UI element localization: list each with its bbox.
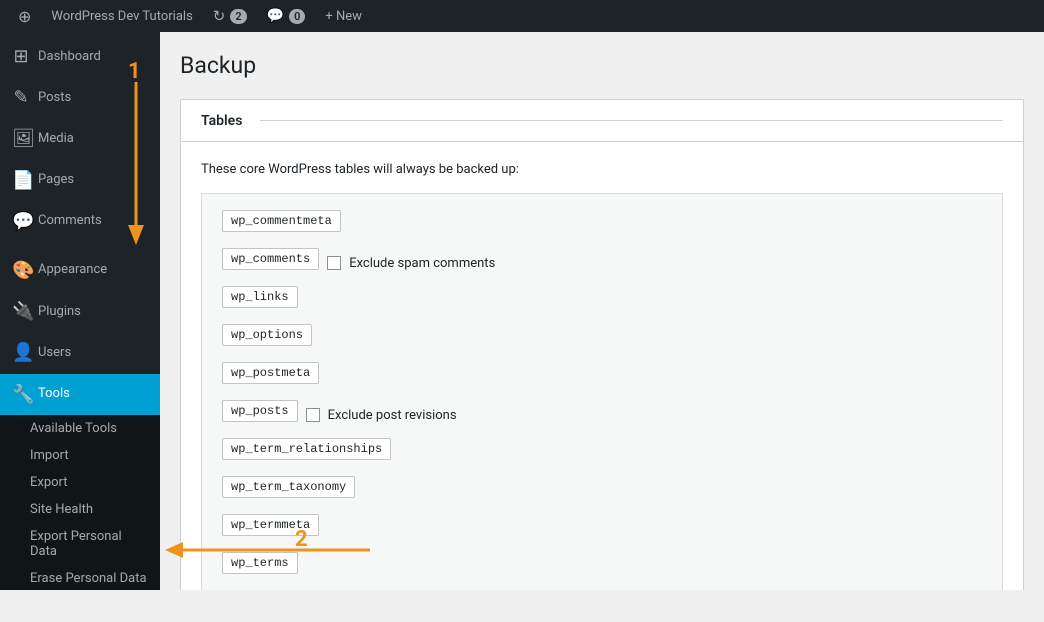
adminbar-comments[interactable]: 💬 0 (257, 0, 316, 32)
appearance-label: Appearance (38, 261, 107, 279)
posts-icon: ✎ (12, 85, 30, 110)
available-tools-label: Available Tools (30, 421, 117, 436)
table-name-tag: wp_terms (222, 552, 298, 574)
table-row: wp_comments Exclude spam comments (222, 248, 982, 278)
sidebar-item-pages[interactable]: 📄 Pages (0, 160, 160, 201)
plugins-icon: 🔌 (12, 299, 30, 324)
pages-label: Pages (38, 171, 74, 189)
sidebar-item-available-tools[interactable]: Available Tools (0, 415, 160, 442)
table-row: wp_term_taxonomy (222, 476, 982, 506)
admin-bar: ⊕ WordPress Dev Tutorials ↻ 2 💬 0 + New (0, 0, 1044, 32)
table-row: wp_options (222, 324, 982, 354)
sidebar-item-media[interactable]: 🖼 Media (0, 118, 160, 159)
adminbar-updates[interactable]: ↻ 2 (203, 0, 257, 32)
comments-label: Comments (38, 212, 102, 230)
dashboard-label: Dashboard (38, 48, 101, 66)
sidebar-item-erase-personal[interactable]: Erase Personal Data (0, 565, 160, 590)
table-row: wp_terms (222, 552, 982, 582)
sidebar: ⊞ Dashboard ✎ Posts 🖼 Media 📄 Pages 💬 Co… (0, 32, 160, 590)
users-label: Users (38, 344, 71, 362)
page-title: Backup (180, 52, 1024, 79)
table-row: wp_links (222, 286, 982, 316)
import-label: Import (30, 448, 69, 463)
adminbar-new[interactable]: + New (315, 0, 372, 32)
table-row: wp_postmeta (222, 362, 982, 392)
table-row: wp_term_relationships (222, 438, 982, 468)
sidebar-section-appearance: 🎨 Appearance 🔌 Plugins 👤 Users 🔧 Tools A… (0, 246, 160, 590)
exclude-checkbox[interactable] (306, 408, 320, 422)
sidebar-item-site-health[interactable]: Site Health (0, 496, 160, 523)
comments-count: 0 (289, 9, 305, 24)
table-name-tag: wp_term_taxonomy (222, 476, 355, 498)
comments-icon: 💬 (267, 8, 284, 24)
table-row: wp_commentmeta (222, 210, 982, 240)
wp-icon: ⊕ (18, 7, 31, 26)
media-label: Media (38, 130, 74, 148)
updates-icon: ↻ (213, 7, 226, 25)
pages-icon: 📄 (12, 168, 30, 193)
tables-inner: wp_commentmeta wp_comments Exclude spam co… (201, 193, 1003, 590)
tables-box: Tables These core WordPress tables will … (180, 99, 1024, 590)
sidebar-item-posts[interactable]: ✎ Posts (0, 77, 160, 118)
table-name-tag: wp_options (222, 324, 312, 346)
sidebar-item-tools[interactable]: 🔧 Tools (0, 374, 160, 415)
dashboard-icon: ⊞ (12, 44, 30, 69)
plugins-label: Plugins (38, 303, 81, 321)
new-label: + New (325, 9, 362, 24)
table-name-tag: wp_posts (222, 400, 298, 422)
exclude-label: Exclude post revisions (328, 408, 457, 423)
table-name-tag: wp_postmeta (222, 362, 319, 384)
sidebar-section-main: ⊞ Dashboard ✎ Posts 🖼 Media 📄 Pages 💬 Co… (0, 32, 160, 246)
sidebar-item-import[interactable]: Import (0, 442, 160, 469)
table-name-tag: wp_links (222, 286, 298, 308)
comments-icon: 💬 (12, 209, 30, 234)
sidebar-item-export[interactable]: Export (0, 469, 160, 496)
export-personal-label: Export Personal Data (30, 529, 122, 559)
main-layout: ⊞ Dashboard ✎ Posts 🖼 Media 📄 Pages 💬 Co… (0, 32, 1044, 590)
sidebar-item-export-personal[interactable]: Export Personal Data (0, 523, 160, 565)
users-icon: 👤 (12, 340, 30, 365)
exclude-label: Exclude spam comments (349, 256, 495, 271)
sidebar-item-appearance[interactable]: 🎨 Appearance (0, 250, 160, 291)
sidebar-item-comments[interactable]: 💬 Comments (0, 201, 160, 242)
table-name-tag: wp_termmeta (222, 514, 319, 536)
main-content: Backup Tables These core WordPress table… (160, 32, 1044, 590)
posts-label: Posts (38, 89, 71, 107)
adminbar-site-name[interactable]: WordPress Dev Tutorials (41, 0, 202, 32)
tools-label: Tools (38, 385, 70, 403)
tables-description: These core WordPress tables will always … (201, 162, 1003, 177)
appearance-icon: 🎨 (12, 258, 30, 283)
erase-personal-label: Erase Personal Data (30, 571, 147, 586)
media-icon: 🖼 (12, 126, 30, 151)
export-label: Export (30, 475, 68, 490)
adminbar-home[interactable]: ⊕ (8, 0, 41, 32)
table-name-tag: wp_commentmeta (222, 210, 341, 232)
tools-icon: 🔧 (12, 382, 30, 407)
sidebar-submenu-tools: Available Tools Import Export Site Healt… (0, 415, 160, 590)
tables-header-label: Tables (201, 113, 252, 129)
table-name-tag: wp_term_relationships (222, 438, 391, 460)
table-row: wp_posts Exclude post revisions (222, 400, 982, 430)
sidebar-item-dashboard[interactable]: ⊞ Dashboard (0, 36, 160, 77)
tables-header-line (260, 120, 1003, 121)
site-name-label: WordPress Dev Tutorials (51, 9, 192, 24)
updates-count: 2 (230, 9, 246, 24)
sidebar-item-users[interactable]: 👤 Users (0, 332, 160, 373)
tables-content: These core WordPress tables will always … (181, 142, 1023, 590)
table-name-tag: wp_comments (222, 248, 319, 270)
table-row: wp_termmeta (222, 514, 982, 544)
exclude-checkbox[interactable] (327, 256, 341, 270)
sidebar-item-plugins[interactable]: 🔌 Plugins (0, 291, 160, 332)
site-health-label: Site Health (30, 502, 93, 517)
tables-header: Tables (181, 100, 1023, 142)
